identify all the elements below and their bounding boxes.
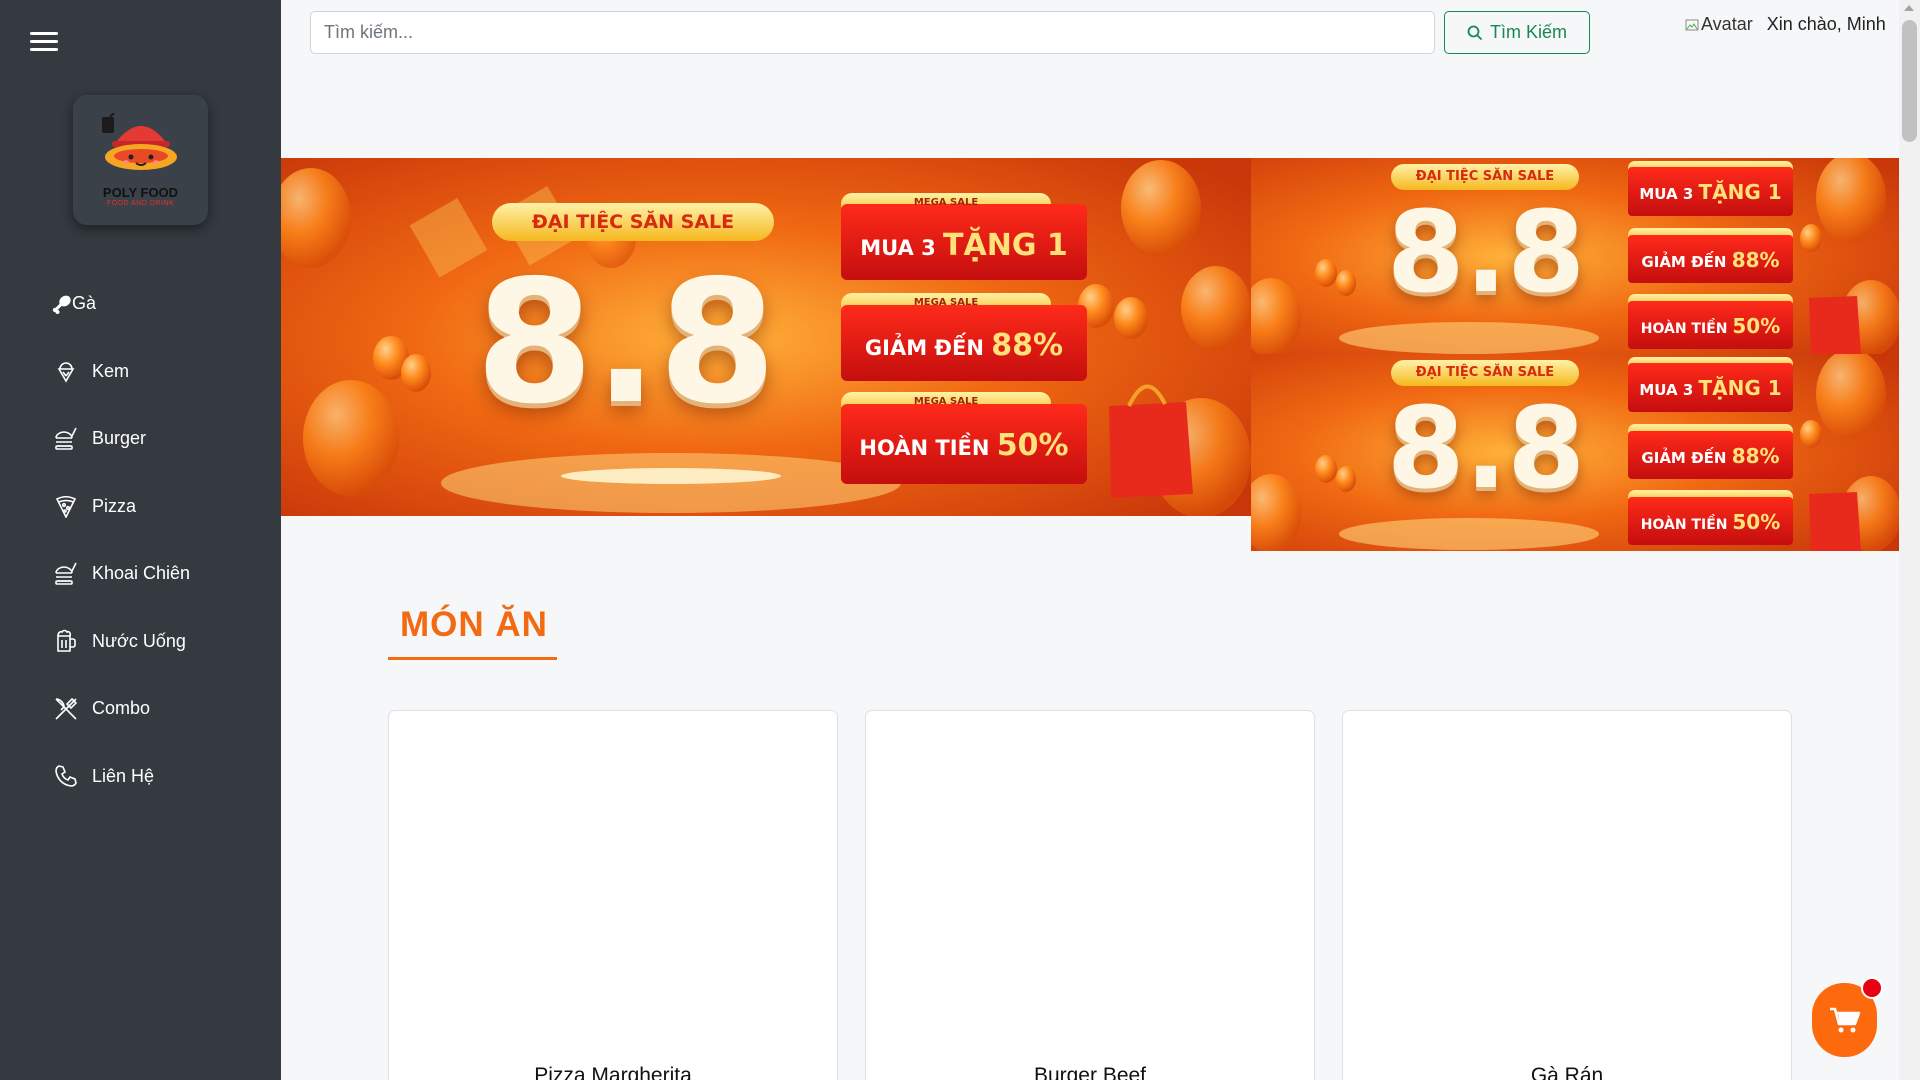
chicken-drumstick-icon (52, 290, 72, 318)
sidebar-item-pizza[interactable]: Pizza (52, 473, 272, 541)
offer-prefix: MUA 3 (1639, 381, 1694, 399)
scroll-up-arrow-icon[interactable] (1904, 5, 1914, 11)
cart-icon (1829, 1007, 1860, 1033)
broken-image-icon (1685, 19, 1699, 30)
offer-prefix: HOÀN TIỀN (1640, 321, 1728, 337)
sidebar-item-label: Pizza (92, 495, 137, 516)
sidebar: POLY FOOD FOOD AND DRINK Gà Kem Burger P… (0, 0, 281, 1080)
sidebar-item-lien-he[interactable]: Liên Hệ (52, 743, 272, 811)
phone-icon (52, 762, 80, 790)
menu-toggle-icon[interactable] (30, 32, 58, 54)
promo-banner-side-2[interactable]: ĐẠI TIỆC SĂN SALE 8.8 MUA 3 TẶNG 1 GIẢM … (1251, 354, 1899, 551)
banner-tag: MEGA SALE (913, 396, 979, 407)
avatar[interactable]: Avatar (1685, 14, 1753, 35)
banner-offer-1: MUA 3 TẶNG 1 (1628, 180, 1793, 204)
banner-offer-2: GIẢM ĐẾN 88% (1628, 444, 1793, 468)
banner-tag: MEGA SALE (913, 297, 979, 308)
sidebar-item-khoai-chien[interactable]: Khoai Chiên (52, 540, 272, 608)
utensils-icon (52, 695, 80, 723)
burger-icon (52, 425, 80, 453)
search-input[interactable] (310, 11, 1435, 54)
offer-highlight: 50% (1732, 510, 1781, 534)
product-card[interactable]: Pizza Margherita (388, 710, 838, 1080)
sidebar-item-label: Nước Uống (92, 630, 186, 651)
offer-highlight: 50% (996, 428, 1069, 463)
logo[interactable]: POLY FOOD FOOD AND DRINK (73, 95, 208, 225)
sidebar-nav: Gà Kem Burger Pizza Khoai Chiên Nước Uốn… (52, 270, 272, 810)
scrollbar[interactable] (1899, 0, 1920, 1080)
sidebar-item-label: Kem (92, 360, 130, 381)
banner-big-number: 8.8 (1386, 384, 1586, 514)
avatar-alt-text: Avatar (1701, 14, 1753, 34)
offer-prefix: GIẢM ĐẾN (1641, 253, 1727, 271)
fries-icon (52, 560, 80, 588)
cart-badge (1861, 977, 1883, 999)
offer-prefix: GIẢM ĐẾN (1641, 449, 1727, 467)
sidebar-item-label: Gà (72, 293, 97, 314)
banner-big-number: 8.8 (475, 244, 777, 442)
sidebar-item-nuoc-uong[interactable]: Nước Uống (52, 608, 272, 676)
sidebar-item-label: Khoai Chiên (92, 563, 191, 584)
product-name: Gà Rán (1530, 1064, 1604, 1080)
banner-tag: MEGA SALE (913, 197, 979, 208)
product-card[interactable]: Burger Beef (865, 710, 1315, 1080)
offer-highlight: 50% (1732, 314, 1781, 338)
ice-cream-icon (52, 357, 80, 385)
pizza-icon (52, 492, 80, 520)
banner-big-number: 8.8 (1386, 188, 1586, 318)
banner-offer-1: MUA 3 TẶNG 1 (841, 228, 1087, 263)
offer-highlight: TẶNG 1 (943, 228, 1068, 263)
banner-offer-2: GIẢM ĐẾN 88% (841, 328, 1087, 363)
banner-offer-3: HOÀN TIỀN 50% (1628, 510, 1793, 534)
banner-title: ĐẠI TIỆC SĂN SALE (531, 211, 735, 233)
offer-highlight: TẶNG 1 (1698, 376, 1782, 400)
sidebar-item-combo[interactable]: Combo (52, 675, 272, 743)
sidebar-item-kem[interactable]: Kem (52, 338, 272, 406)
offer-prefix: MUA 3 (1639, 185, 1694, 203)
offer-highlight: 88% (991, 328, 1064, 363)
banner-title: ĐẠI TIỆC SĂN SALE (1415, 169, 1555, 184)
beer-mug-icon (52, 627, 80, 655)
logo-name: POLY FOOD (102, 185, 179, 200)
search-button[interactable]: Tìm Kiếm (1444, 11, 1590, 54)
product-name: Burger Beef (1033, 1064, 1147, 1080)
offer-prefix: HOÀN TIỀN (859, 436, 990, 460)
offer-highlight: 88% (1731, 248, 1780, 272)
sidebar-item-label: Liên Hệ (92, 765, 155, 786)
greeting: Xin chào, Minh (1766, 14, 1886, 34)
promo-banner-side-1[interactable]: ĐẠI TIỆC SĂN SALE 8.8 MUA 3 TẶNG 1 GIẢM … (1251, 158, 1899, 355)
scrollbar-thumb[interactable] (1902, 20, 1917, 142)
logo-hotdog-icon (101, 113, 177, 170)
product-card[interactable]: Gà Rán (1342, 710, 1792, 1080)
banner-offer-1: MUA 3 TẶNG 1 (1628, 376, 1793, 400)
search-icon (1467, 25, 1483, 40)
promo-banner-main[interactable]: ĐẠI TIỆC SĂN SALE 8.8 MEGA SALE MUA 3 TẶ… (281, 158, 1251, 516)
offer-highlight: TẶNG 1 (1698, 180, 1782, 204)
banner-offer-3: HOÀN TIỀN 50% (841, 428, 1087, 463)
logo-tagline: FOOD AND DRINK (106, 200, 175, 207)
offer-prefix: GIẢM ĐẾN (864, 336, 984, 360)
sidebar-item-burger[interactable]: Burger (52, 405, 272, 473)
section-title: MÓN ĂN (388, 605, 557, 660)
product-name: Pizza Margherita (534, 1064, 692, 1080)
offer-prefix: HOÀN TIỀN (1640, 517, 1728, 533)
sidebar-item-label: Combo (92, 698, 151, 719)
user-box: Avatar Xin chào, Minh (1685, 14, 1886, 35)
sidebar-item-label: Burger (92, 428, 147, 449)
banner-offer-2: GIẢM ĐẾN 88% (1628, 248, 1793, 272)
sidebar-item-ga[interactable]: Gà (52, 270, 272, 338)
banner-offer-3: HOÀN TIỀN 50% (1628, 314, 1793, 338)
offer-highlight: 88% (1731, 444, 1780, 468)
offer-prefix: MUA 3 (860, 236, 936, 260)
search-button-label: Tìm Kiếm (1489, 22, 1567, 42)
banner-title: ĐẠI TIỆC SĂN SALE (1415, 365, 1555, 380)
